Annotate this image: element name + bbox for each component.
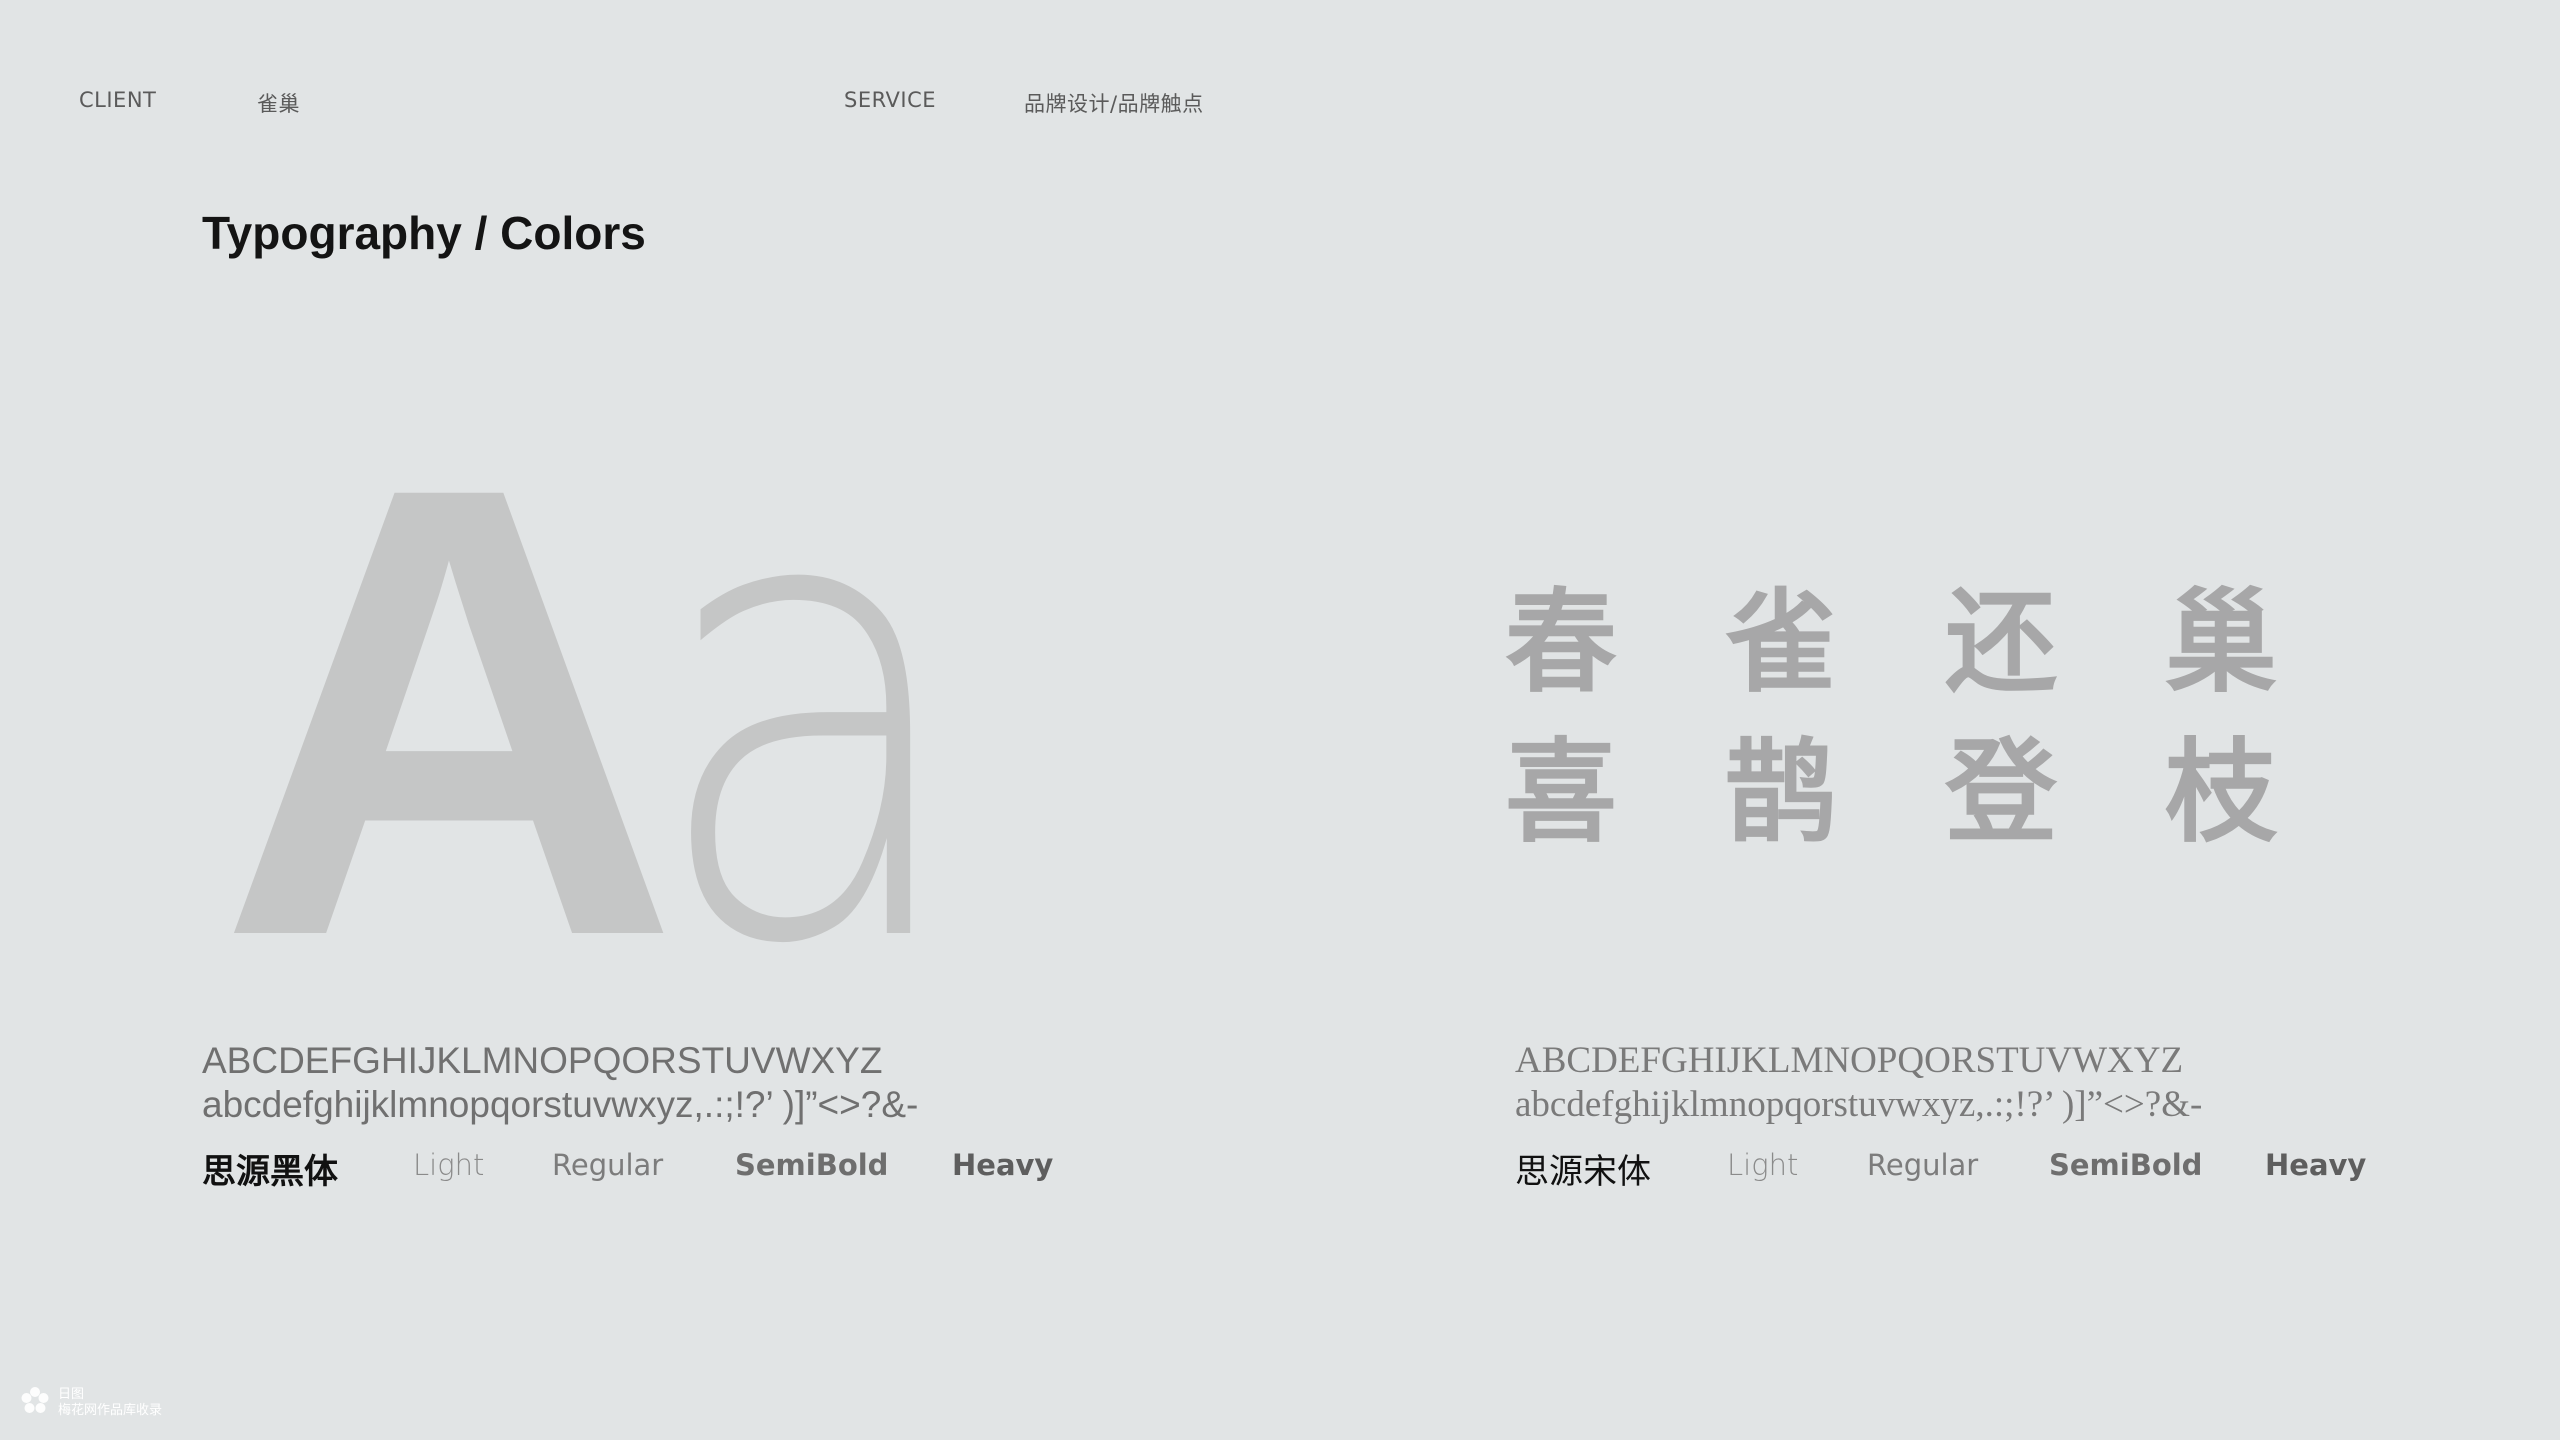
serif-lowercase: abcdefghijklmnopqorstuvwxyz,.:;!?’ )]”<>…	[1515, 1084, 2203, 1125]
sans-font-name: 思源黑体	[202, 1152, 338, 1192]
cjk-char: 春	[1505, 578, 1617, 708]
cjk-char: 登	[1945, 728, 2057, 858]
page-title: Typography / Colors	[202, 207, 646, 259]
sans-lowercase: abcdefghijklmnopqorstuvwxyz,.:;!?’ )]”<>…	[202, 1084, 919, 1125]
specimen-lowercase-a: a	[648, 339, 970, 1084]
cjk-char: 枝	[2165, 728, 2277, 858]
sans-weight-heavy: Heavy	[952, 1148, 1054, 1182]
sans-alphabet: ABCDEFGHIJKLMNOPQORSTUVWXYZ abcdefghijkl…	[202, 1039, 918, 1127]
specimen-uppercase-a: A	[218, 354, 681, 1069]
serif-uppercase: ABCDEFGHIJKLMNOPQORSTUVWXYZ	[1515, 1040, 2184, 1081]
cjk-char: 喜	[1505, 728, 1617, 858]
footer-brand: 日图	[58, 1387, 85, 1402]
cjk-char: 雀	[1725, 578, 1837, 708]
service-label: SERVICE	[844, 88, 937, 112]
cjk-char: 还	[1945, 578, 2057, 708]
service-value: 品牌设计/品牌触点	[1024, 92, 1204, 116]
client-value: 雀巢	[257, 92, 300, 116]
sans-weight-regular: Regular	[552, 1148, 664, 1182]
flower-logo-icon	[18, 1384, 52, 1422]
serif-font-name: 思源宋体	[1515, 1152, 1651, 1192]
sans-uppercase: ABCDEFGHIJKLMNOPQORSTUVWXYZ	[202, 1040, 883, 1081]
footer-caption: 梅花网作品库收录	[58, 1403, 163, 1418]
serif-weight-heavy: Heavy	[2265, 1148, 2367, 1182]
serif-weights-row: 思源宋体 Light Regular SemiBold Heavy	[1515, 1148, 2395, 1198]
serif-alphabet: ABCDEFGHIJKLMNOPQORSTUVWXYZ abcdefghijkl…	[1515, 1039, 2202, 1127]
page: CLIENT 雀巢 SERVICE 品牌设计/品牌触点 Typography /…	[0, 0, 2560, 1440]
sans-weights-row: 思源黑体 Light Regular SemiBold Heavy	[202, 1148, 1082, 1198]
serif-weight-semibold: SemiBold	[2049, 1148, 2203, 1182]
serif-weight-regular: Regular	[1867, 1148, 1979, 1182]
client-label: CLIENT	[79, 88, 157, 112]
cjk-specimen-grid: 春 雀 还 巢 喜 鹊 登 枝	[1505, 585, 2385, 851]
cjk-char: 鹊	[1725, 728, 1837, 858]
cjk-char: 巢	[2165, 578, 2277, 708]
sans-weight-light: Light	[413, 1148, 485, 1182]
footer-watermark: 日图 梅花网作品库收录	[18, 1384, 162, 1422]
sans-weight-semibold: SemiBold	[735, 1148, 889, 1182]
serif-weight-light: Light	[1727, 1148, 1799, 1182]
